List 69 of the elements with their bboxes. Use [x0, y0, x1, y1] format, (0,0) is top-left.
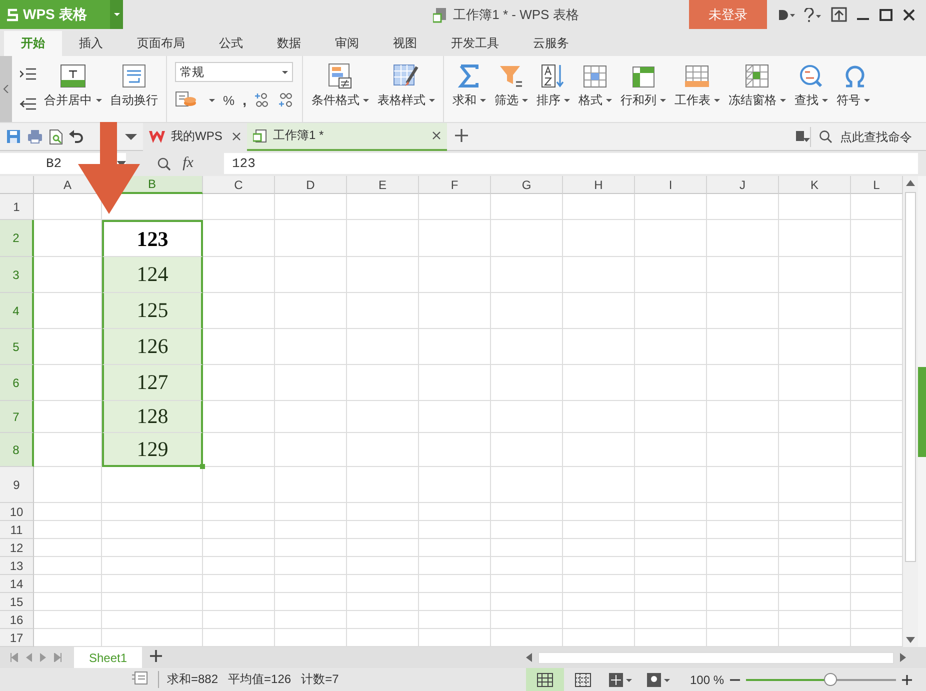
row-header[interactable]: 2: [0, 220, 34, 257]
row-header[interactable]: 7: [0, 401, 34, 433]
column-header[interactable]: G: [491, 176, 563, 194]
ribbon-button[interactable]: 条件格式: [307, 59, 374, 119]
column-header[interactable]: E: [347, 176, 419, 194]
column-header[interactable]: J: [707, 176, 779, 194]
menu-tab[interactable]: 云服务: [516, 31, 586, 56]
ribbon-button[interactable]: 冻结窗格: [724, 59, 790, 119]
command-search-field[interactable]: 点此查找命令: [810, 126, 926, 146]
row-header[interactable]: 9: [0, 467, 34, 503]
column-header[interactable]: H: [563, 176, 635, 194]
row-header[interactable]: 15: [0, 593, 34, 611]
row-header[interactable]: 11: [0, 521, 34, 539]
column-header[interactable]: D: [275, 176, 347, 194]
row-header[interactable]: 17: [0, 629, 34, 647]
ribbon-button[interactable]: 行和列: [616, 59, 670, 119]
row-header[interactable]: 10: [0, 503, 34, 521]
comma-button[interactable]: ,: [242, 92, 246, 108]
ribbon-button[interactable]: 格式: [574, 59, 616, 119]
row-header[interactable]: 14: [0, 575, 34, 593]
ribbon-button[interactable]: 符号: [832, 59, 874, 119]
table-cell[interactable]: 126: [102, 329, 203, 365]
row-header[interactable]: 3: [0, 257, 34, 293]
menu-tab[interactable]: 插入: [62, 31, 120, 56]
window-title: 工作簿1 * - WPS 表格: [453, 6, 579, 24]
column-header[interactable]: K: [779, 176, 851, 194]
column-header[interactable]: C: [203, 176, 275, 194]
format-dropdown[interactable]: 常规: [175, 62, 293, 82]
ribbon-button[interactable]: 合并居中: [40, 59, 106, 119]
row-header[interactable]: 8: [0, 433, 34, 467]
average-readout: 平均值=126: [228, 671, 292, 688]
ribbon-button[interactable]: 筛选: [490, 59, 532, 119]
table-cell[interactable]: 128: [102, 401, 203, 433]
menu-tab[interactable]: 公式: [202, 31, 260, 56]
ribbon-button[interactable]: 工作表: [670, 59, 724, 119]
table-cell[interactable]: 124: [102, 257, 203, 293]
table-cell[interactable]: 129: [102, 433, 203, 467]
row-header[interactable]: 1: [0, 194, 34, 220]
menu-tab[interactable]: 开始: [4, 31, 62, 56]
menu-tab[interactable]: 视图: [376, 31, 434, 56]
menu-tab[interactable]: 审阅: [318, 31, 376, 56]
row-header[interactable]: 6: [0, 365, 34, 401]
row-header[interactable]: 5: [0, 329, 34, 365]
formula-input[interactable]: 123: [224, 153, 918, 174]
table-cell[interactable]: 123: [102, 220, 203, 257]
zoom-level: 100 %: [690, 672, 724, 686]
row-header[interactable]: 13: [0, 557, 34, 575]
menu-tab[interactable]: 页面布局: [120, 31, 202, 56]
table-cell[interactable]: 127: [102, 365, 203, 401]
count-readout: 计数=7: [301, 671, 339, 688]
insert-function-button[interactable]: fx: [182, 155, 194, 172]
row-header[interactable]: 12: [0, 539, 34, 557]
column-header[interactable]: I: [635, 176, 707, 194]
menu-tab[interactable]: 开发工具: [434, 31, 516, 56]
document-tab[interactable]: 我的WPS: [143, 122, 247, 150]
document-tab[interactable]: 工作簿1 *: [247, 122, 447, 150]
column-header[interactable]: F: [419, 176, 491, 194]
column-header[interactable]: L: [851, 176, 903, 194]
ribbon-button[interactable]: 查找: [790, 59, 832, 119]
percent-button[interactable]: %: [223, 92, 235, 108]
ribbon-button[interactable]: 排序: [532, 59, 574, 119]
row-header[interactable]: 4: [0, 293, 34, 329]
ribbon-button[interactable]: 求和: [448, 59, 490, 119]
sum-readout: 求和=882: [167, 671, 218, 688]
ribbon-button[interactable]: 表格样式: [373, 59, 440, 119]
row-header[interactable]: 16: [0, 611, 34, 629]
menu-tab[interactable]: 数据: [260, 31, 318, 56]
ribbon-button[interactable]: 自动换行: [106, 59, 162, 119]
table-cell[interactable]: 125: [102, 293, 203, 329]
